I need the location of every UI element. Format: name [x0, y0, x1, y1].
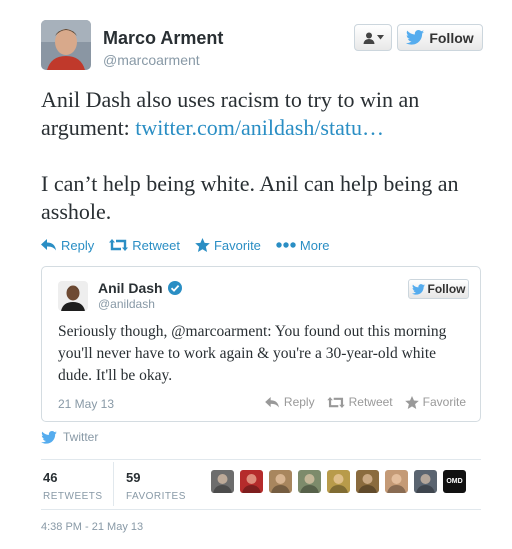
more-action[interactable]: More — [276, 238, 330, 253]
quoted-author-name-row[interactable]: Anil Dash — [98, 280, 182, 296]
tweet-text: Anil Dash also uses racism to try to win… — [41, 86, 486, 226]
favoriter-avatar[interactable] — [298, 470, 321, 493]
retweets-label: RETWEETS — [43, 491, 103, 502]
reply-icon — [265, 396, 279, 408]
tweet-link[interactable]: twitter.com/anildash/statu… — [135, 115, 384, 140]
follow-button-label: Follow — [429, 29, 474, 46]
author-avatar[interactable] — [41, 20, 91, 70]
stats-separator — [113, 462, 114, 506]
quoted-retweet-action[interactable]: Retweet — [326, 395, 393, 409]
quoted-tweet[interactable]: Anil Dash @anildash Follow Seriously tho… — [41, 266, 481, 422]
quoted-favorite-label: Favorite — [422, 395, 466, 409]
favoriter-avatar[interactable] — [327, 470, 350, 493]
retweet-action[interactable]: Retweet — [109, 238, 180, 253]
user-actions-dropdown-button[interactable] — [354, 24, 392, 51]
chevron-down-icon — [376, 35, 384, 40]
retweet-label: Retweet — [132, 237, 180, 253]
verified-badge-icon — [167, 281, 182, 295]
quoted-reply-action[interactable]: Reply — [265, 395, 315, 409]
tweet-timestamp[interactable]: 4:38 PM - 21 May 13 — [41, 521, 143, 533]
quoted-author-avatar[interactable] — [58, 281, 88, 311]
star-icon — [195, 238, 210, 252]
favoriter-avatar[interactable] — [414, 470, 437, 493]
tweet-text-part2: I can’t help being white. Anil can help … — [41, 171, 459, 224]
quoted-author-handle[interactable]: @anildash — [98, 297, 155, 311]
quoted-follow-label: Follow — [427, 282, 466, 296]
favoriter-avatar[interactable] — [211, 470, 234, 493]
quoted-favorite-action[interactable]: Favorite — [404, 395, 466, 409]
retweet-icon — [109, 239, 129, 251]
quoted-tweet-text: Seriously though, @marcoarment: You foun… — [58, 323, 447, 384]
favorite-action[interactable]: Favorite — [195, 238, 261, 253]
favorites-count: 59 — [126, 470, 141, 485]
favoriter-avatar[interactable] — [356, 470, 379, 493]
favorites-stat[interactable]: 59 FAVORITES — [126, 470, 186, 502]
favorite-label: Favorite — [213, 237, 261, 253]
star-icon — [404, 395, 419, 409]
quoted-tweet-actions: Reply Retweet Favorite — [253, 395, 466, 409]
more-label: More — [299, 237, 330, 253]
favoriter-avatar[interactable] — [269, 470, 292, 493]
tweet-actions: Reply Retweet Favorite More — [41, 235, 345, 255]
favorites-label: FAVORITES — [126, 491, 186, 502]
author-name[interactable]: Marco Arment — [103, 28, 223, 49]
reply-label: Reply — [61, 237, 95, 253]
retweets-stat[interactable]: 46 RETWEETS — [43, 470, 103, 502]
tweet-header: Marco Arment @marcoarment Follow — [41, 20, 483, 72]
user-icon — [363, 32, 374, 44]
quoted-reply-label: Reply — [283, 395, 315, 409]
retweet-icon — [326, 396, 345, 408]
via-label: Twitter — [63, 430, 99, 444]
via-source[interactable]: Twitter — [41, 430, 98, 444]
favoriter-avatar[interactable]: OMD — [443, 470, 466, 493]
follow-button[interactable]: Follow — [397, 24, 483, 51]
twitter-bird-icon — [411, 283, 425, 295]
author-handle[interactable]: @marcoarment — [103, 52, 200, 68]
more-icon — [276, 242, 296, 248]
quoted-author-name[interactable]: Anil Dash — [98, 280, 163, 296]
stats-bottom-divider — [41, 509, 481, 510]
favoriter-avatar[interactable] — [385, 470, 408, 493]
reply-icon — [41, 239, 56, 251]
twitter-bird-icon — [406, 30, 425, 45]
stats-top-divider — [41, 459, 481, 460]
favoriter-avatar[interactable] — [240, 470, 263, 493]
quoted-retweet-label: Retweet — [348, 395, 393, 409]
twitter-bird-icon — [41, 430, 57, 444]
reply-action[interactable]: Reply — [41, 238, 94, 253]
quoted-tweet-date[interactable]: 21 May 13 — [58, 397, 114, 411]
favoriters-avatars: OMD — [211, 470, 466, 493]
quoted-follow-button[interactable]: Follow — [408, 279, 469, 299]
retweets-count: 46 — [43, 470, 58, 485]
